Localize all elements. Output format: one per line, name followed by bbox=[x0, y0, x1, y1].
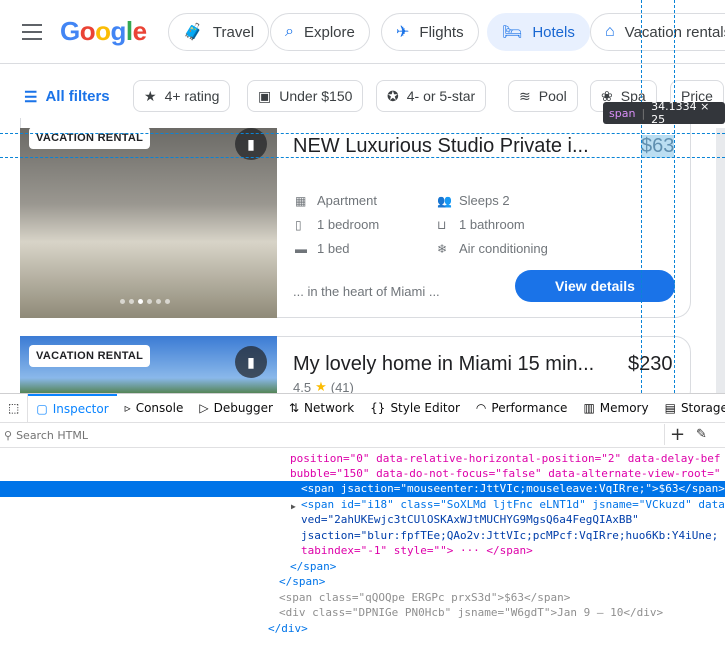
debugger-icon: ▷ bbox=[199, 401, 209, 415]
listing-title[interactable]: NEW Luxurious Studio Private i... bbox=[293, 135, 589, 158]
star-icon: ★ bbox=[144, 87, 157, 104]
cash-icon: ▣ bbox=[258, 87, 272, 104]
chip-flights[interactable]: ✈ Flights bbox=[381, 13, 479, 51]
listing-price: $230 bbox=[628, 353, 673, 375]
snowflake-icon: ❄ bbox=[437, 241, 448, 256]
hotel-icon: 🛏 bbox=[502, 24, 523, 41]
highlighter-tooltip: span | 34.1334 × 25 bbox=[603, 100, 725, 126]
star-circle-icon: ✪ bbox=[387, 87, 399, 104]
chip-hotels[interactable]: 🛏 Hotels bbox=[487, 13, 590, 51]
console-icon: ▹ bbox=[124, 401, 131, 415]
filter-rating[interactable]: ★ 4+ rating bbox=[133, 80, 231, 112]
inspector-icon: ▢ bbox=[36, 402, 48, 416]
listing-price: $63 bbox=[641, 135, 675, 158]
amenity-sleeps: 👥 Sleeps 2 bbox=[437, 193, 510, 208]
add-node-icon[interactable]: + bbox=[664, 424, 685, 445]
bathtub-icon: ⊔ bbox=[437, 217, 447, 232]
filter-pool[interactable]: ≋ Pool bbox=[508, 80, 578, 112]
filter-price[interactable]: ▣ Under $150 bbox=[247, 80, 364, 112]
amenity-bathroom: ⊔ 1 bathroom bbox=[437, 217, 525, 232]
highlighter-guide bbox=[0, 133, 725, 134]
vacation-rental-badge: VACATION RENTAL bbox=[29, 345, 151, 367]
highlighter-guide bbox=[0, 157, 725, 158]
google-logo[interactable]: Google bbox=[60, 16, 147, 47]
chip-explore[interactable]: ⌕ Explore bbox=[270, 13, 370, 51]
tab-memory[interactable]: ▥ Memory bbox=[575, 394, 656, 423]
tab-console[interactable]: ▹ Console bbox=[117, 394, 192, 423]
door-icon: ▯ bbox=[295, 217, 302, 232]
menu-icon[interactable] bbox=[22, 24, 42, 40]
photo-carousel-dots[interactable] bbox=[120, 299, 170, 304]
highlighter-guide bbox=[641, 0, 642, 393]
tab-inspector[interactable]: ▢ Inspector bbox=[28, 393, 117, 423]
amenity-type: ▦ Apartment bbox=[295, 193, 377, 208]
listing-title[interactable]: My lovely home in Miami 15 min... bbox=[293, 353, 594, 376]
tab-debugger[interactable]: ▷ Debugger bbox=[191, 394, 281, 423]
tab-style-editor[interactable]: {} Style Editor bbox=[362, 394, 468, 423]
bookmark-icon[interactable]: ▮ bbox=[235, 346, 267, 378]
highlighter-guide bbox=[674, 0, 675, 393]
tab-performance[interactable]: ◠ Performance bbox=[468, 394, 576, 423]
home-icon: ⌂ bbox=[605, 23, 615, 40]
filter-stars[interactable]: ✪ 4- or 5-star bbox=[376, 80, 487, 112]
travel-icon: 🧳 bbox=[183, 24, 203, 41]
all-filters-button[interactable]: ☰ All filters bbox=[24, 88, 110, 106]
chip-vacation-rentals[interactable]: ⌂ Vacation rentals bbox=[590, 13, 725, 51]
amenity-bed: ▬ 1 bed bbox=[295, 241, 350, 256]
search-html-input[interactable]: ⚲ Search HTML + ✎ bbox=[0, 423, 725, 448]
bed-icon: ▬ bbox=[295, 241, 307, 256]
memory-icon: ▥ bbox=[583, 401, 595, 415]
view-details-button[interactable]: View details bbox=[515, 270, 675, 302]
selected-node[interactable]: <span jsaction="mouseenter:JttVIc;mousel… bbox=[0, 481, 725, 497]
storage-icon: ▤ bbox=[664, 401, 676, 415]
amenity-bedroom: ▯ 1 bedroom bbox=[295, 217, 380, 232]
map-panel[interactable] bbox=[716, 128, 725, 393]
braces-icon: {} bbox=[370, 401, 386, 415]
tab-storage[interactable]: ▤ Storage bbox=[657, 394, 725, 423]
pool-icon: ≋ bbox=[519, 87, 531, 104]
tune-icon: ☰ bbox=[24, 89, 38, 106]
gauge-icon: ◠ bbox=[475, 401, 487, 415]
explore-icon: ⌕ bbox=[285, 23, 294, 40]
devtools-panel: ⬚ ▢ Inspector ▹ Console ▷ Debugger ⇅ Network… bbox=[0, 393, 725, 635]
flight-icon: ✈ bbox=[396, 24, 410, 41]
markup-view[interactable]: position="0" data-relative-horizontal-po… bbox=[0, 448, 725, 635]
chip-travel[interactable]: 🧳 Travel bbox=[168, 13, 270, 51]
building-icon: ▦ bbox=[295, 193, 307, 208]
listing-snippet: ... in the heart of Miami ... bbox=[293, 284, 440, 299]
network-icon: ⇅ bbox=[288, 401, 300, 415]
search-icon: ⚲ bbox=[4, 428, 13, 442]
eyedropper-icon[interactable]: ✎ bbox=[696, 427, 707, 442]
element-picker-icon[interactable]: ⬚ bbox=[0, 393, 29, 423]
people-icon: 👥 bbox=[437, 193, 452, 208]
devtools-toolbar: ⬚ ▢ Inspector ▹ Console ▷ Debugger ⇅ Network… bbox=[0, 393, 725, 423]
tab-network[interactable]: ⇅ Network bbox=[281, 394, 362, 423]
amenity-ac: ❄ Air conditioning bbox=[437, 241, 548, 256]
vacation-rental-badge: VACATION RENTAL bbox=[29, 127, 151, 149]
